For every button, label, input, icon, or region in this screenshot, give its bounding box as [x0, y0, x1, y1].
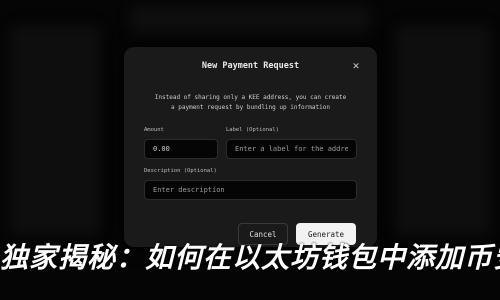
- background-panel-right: [395, 25, 490, 235]
- amount-input[interactable]: [144, 139, 218, 159]
- description-line-1: Instead of sharing only a KEE address, y…: [154, 94, 347, 101]
- modal-description: Instead of sharing only a KEE address, y…: [144, 93, 357, 113]
- amount-label: Amount: [144, 127, 164, 133]
- label-field-label: Label (Optional): [226, 127, 279, 133]
- label-input[interactable]: [226, 139, 357, 159]
- background-panel-top: [130, 5, 370, 35]
- modal-title: New Payment Request: [201, 61, 300, 71]
- description-field-label: Description (Optional): [144, 168, 217, 174]
- description-line-2: a payment request by bundling up informa…: [171, 104, 330, 111]
- description-input[interactable]: [144, 180, 357, 200]
- background-headline: 独家揭秘：如何在以太坊钱包中添加币安链的: [0, 241, 500, 274]
- payment-request-modal: New Payment Request ✕ Instead of sharing…: [124, 47, 377, 247]
- close-icon[interactable]: ✕: [350, 60, 362, 72]
- background-panel-left: [10, 25, 100, 235]
